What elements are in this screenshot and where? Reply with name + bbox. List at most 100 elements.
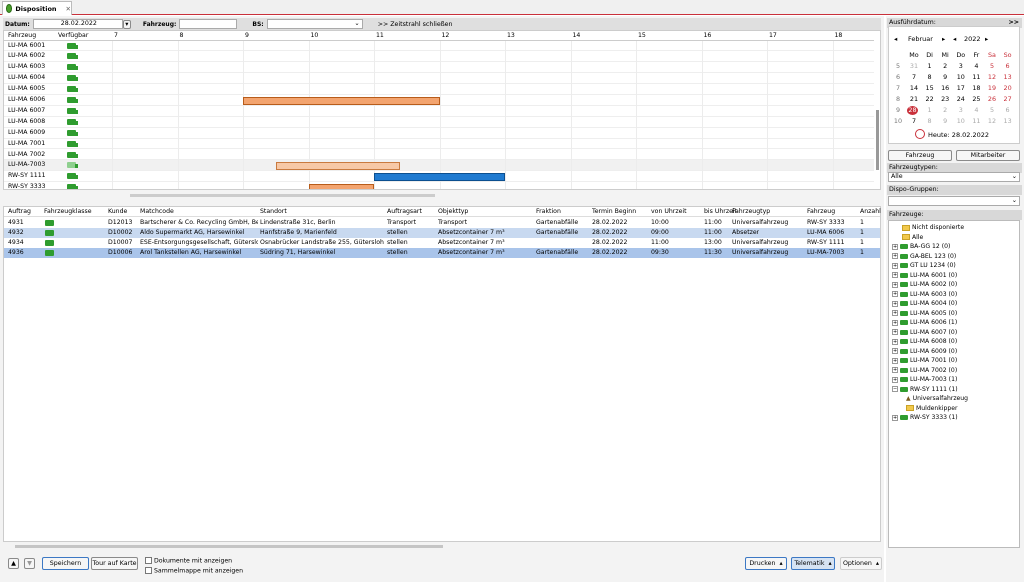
tree-node[interactable]: − RW-SY 1111 (1) [892,385,958,394]
tree-node[interactable]: Alle [892,233,923,242]
calendar-day[interactable]: 5 [985,106,999,114]
calendar-day[interactable]: 24 [954,95,968,103]
arrow-up-icon[interactable]: ▲ [8,558,19,569]
booking-bar[interactable] [308,183,374,189]
expand-icon[interactable]: + [892,319,898,326]
tab-disposition[interactable]: Disposition ✕ [2,1,72,15]
tree-node[interactable]: + LU-MA 6001 (0) [892,271,957,280]
column-header[interactable]: Fahrzeugtyp [732,208,770,215]
expand-icon[interactable]: + [892,291,898,297]
calendar-day[interactable]: 5 [985,62,999,70]
calendar-day[interactable]: 7 [907,117,921,125]
year-label[interactable]: 2022 [964,35,981,43]
booking-bar[interactable] [275,161,401,170]
expand-icon[interactable]: + [892,262,898,269]
today-label[interactable]: Heute: 28.02.2022 [928,131,989,139]
calendar-day[interactable]: 13 [1001,117,1015,125]
column-header[interactable]: Auftrag [8,208,31,215]
tree-node[interactable]: + LU-MA 6002 (0) [892,280,957,289]
expand-icon[interactable]: + [892,243,898,250]
calendar-day[interactable]: 18 [969,84,983,92]
calendar-day[interactable]: 12 [985,73,999,81]
next-year-icon[interactable]: ▸ [985,35,988,43]
zeitstrahl-button[interactable]: >> Zeitstrahl schließen [378,21,453,28]
calendar-day[interactable]: 6 [1001,62,1015,70]
calendar-day[interactable]: 9 [938,73,952,81]
dokumente-checkbox[interactable]: Dokumente mit anzeigen [145,557,232,565]
tree-node[interactable]: + LU-MA 6003 (0) [892,290,957,299]
expand-icon[interactable]: + [892,310,898,316]
tree-node[interactable]: Nicht disponierte [892,223,964,232]
fahrzeugtypen-select[interactable]: Alle ⌄ [888,172,1020,182]
close-icon[interactable]: ✕ [66,5,71,13]
tree-node[interactable]: + RW-SY 3333 (1) [892,413,958,422]
next-month-icon[interactable]: ▸ [942,35,945,43]
gantt-hscrollbar[interactable] [130,194,435,197]
calendar-day[interactable]: 10 [954,73,968,81]
expand-icon[interactable]: + [892,357,898,364]
calendar-day[interactable]: 15 [923,84,937,92]
calendar-day[interactable]: 4 [969,106,983,114]
booking-bar[interactable] [374,172,505,181]
column-header[interactable]: von Uhrzeit [651,208,687,215]
calendar-day[interactable]: 20 [1001,84,1015,92]
calendar-day[interactable]: 16 [938,84,952,92]
calendar-day[interactable]: 10 [954,117,968,125]
tree-node[interactable]: + LU-MA-7003 (1) [892,375,957,384]
column-header[interactable]: Fahrzeugklasse [44,208,92,215]
calendar-day[interactable]: 6 [1001,106,1015,114]
tree-node[interactable]: + LU-MA 6007 (0) [892,328,957,337]
month-label[interactable]: Februar [908,35,933,43]
column-header[interactable]: Anzahl [860,208,881,215]
column-header[interactable]: Auftragsart [387,208,422,215]
bs-select[interactable]: ⌄ [266,19,363,29]
expand-icon[interactable]: + [892,367,898,373]
prev-year-icon[interactable]: ◂ [953,35,956,43]
calendar-day[interactable]: 7 [907,73,921,81]
tree-node[interactable]: ▲ Universalfahrzeug [906,394,968,403]
tree-node[interactable]: + LU-MA 7001 (0) [892,356,957,365]
gantt-vscrollbar[interactable] [876,110,879,170]
calendar-day[interactable]: 27 [1001,95,1015,103]
calendar-day[interactable]: 2 [938,106,952,114]
calendar-day[interactable]: 28 [907,106,918,115]
column-header[interactable]: Standort [260,208,287,215]
expand-icon[interactable]: + [892,338,898,345]
tree-node[interactable]: + BA-GG 12 (0) [892,242,950,251]
calendar-day[interactable]: 8 [923,117,937,125]
today-icon[interactable] [915,129,925,139]
calendar-day[interactable]: 3 [954,62,968,70]
collapse-icon[interactable]: − [892,386,898,392]
expand-icon[interactable]: + [892,348,898,354]
telematik-button[interactable]: Telematik ▴ [791,557,835,570]
calendar-day[interactable]: 26 [985,95,999,103]
tour-auf-karte-button[interactable]: Tour auf Karte [91,557,138,570]
fahrzeug-input[interactable] [179,19,238,29]
tree-node[interactable]: + LU-MA 7002 (0) [892,366,957,375]
calendar-day[interactable]: 21 [907,95,921,103]
calendar-day[interactable]: 14 [907,84,921,92]
column-header[interactable]: Matchcode [140,208,174,215]
calendar-day[interactable]: 2 [938,62,952,70]
expand-icon[interactable]: + [892,329,898,335]
tree-node[interactable]: + LU-MA 6008 (0) [892,337,957,346]
table-hscrollbar[interactable] [15,545,443,548]
expand-icon[interactable]: + [892,376,898,383]
column-header[interactable]: Objekttyp [438,208,468,215]
tree-node[interactable]: + LU-MA 6004 (0) [892,299,957,308]
expand-icon[interactable]: + [892,281,898,288]
tree-node[interactable]: Muldenkipper [906,404,958,413]
calendar-day[interactable]: 1 [923,62,937,70]
tree-node[interactable]: + LU-MA 6005 (0) [892,309,957,318]
datum-input[interactable]: 28.02.2022 [32,19,123,29]
calendar-day[interactable]: 17 [954,84,968,92]
expand-icon[interactable]: + [892,272,898,278]
dispo-gruppen-select[interactable]: ⌄ [888,196,1020,206]
column-header[interactable]: Termin Beginn [592,208,636,215]
calendar-day[interactable]: 25 [969,95,983,103]
tab-fahrzeug[interactable]: Fahrzeug [888,150,952,161]
calendar-day[interactable]: 13 [1001,73,1015,81]
booking-bar[interactable] [243,96,440,105]
tab-mitarbeiter[interactable]: Mitarbeiter [956,150,1020,161]
calendar-day[interactable]: 8 [923,73,937,81]
